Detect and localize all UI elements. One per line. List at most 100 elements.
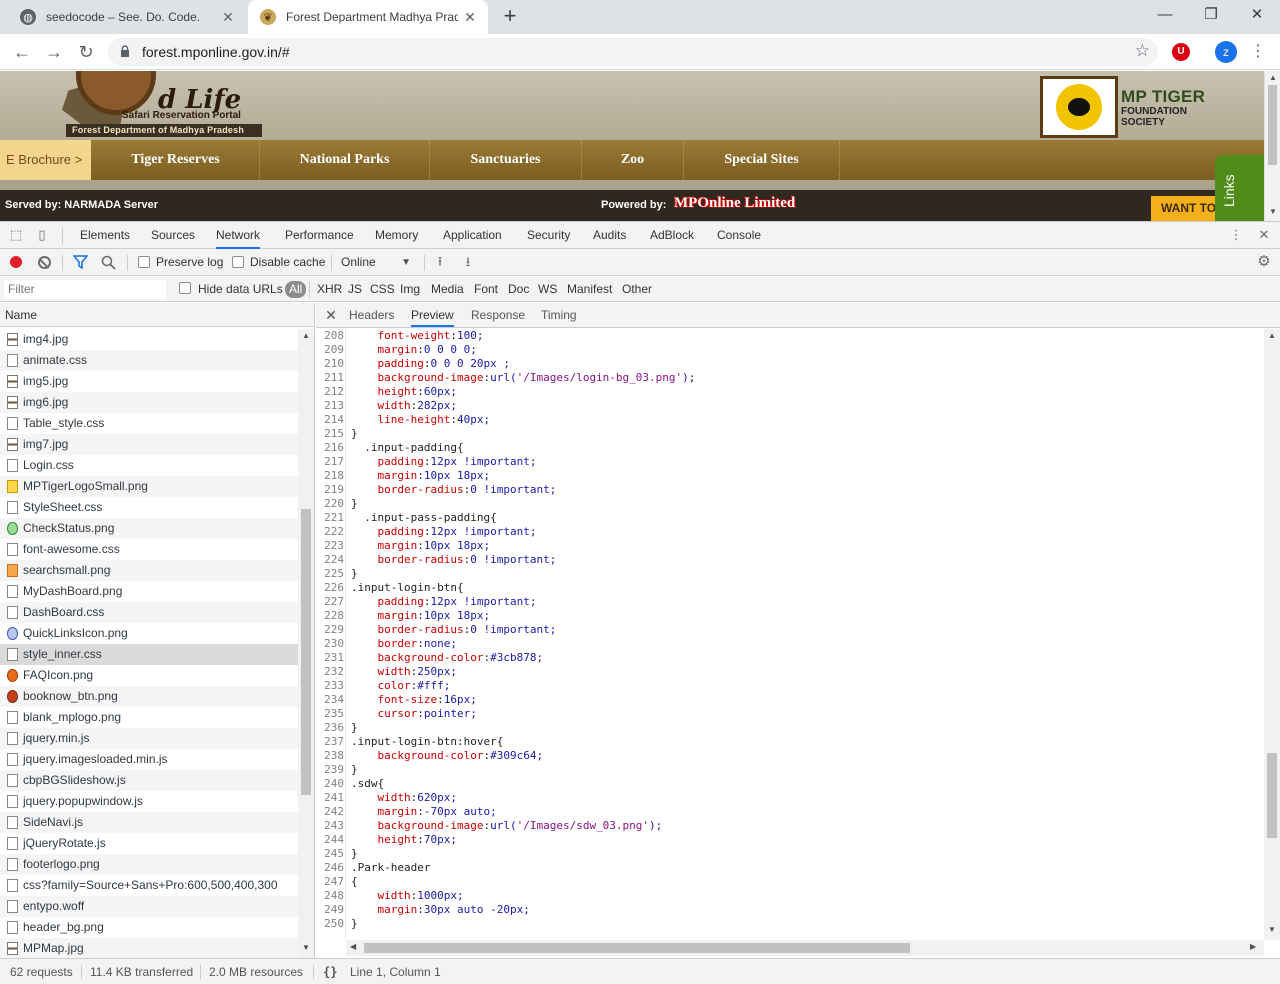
preview-hscrollbar-thumb[interactable] bbox=[364, 943, 910, 953]
type-filter-css[interactable]: CSS bbox=[368, 281, 397, 298]
clear-icon[interactable] bbox=[38, 256, 51, 269]
request-row[interactable]: img7.jpg bbox=[0, 434, 298, 455]
request-row[interactable]: blank_mplogo.png bbox=[0, 707, 298, 728]
record-icon[interactable] bbox=[10, 256, 22, 268]
restore-button[interactable]: ❐ bbox=[1188, 0, 1234, 30]
request-row[interactable]: animate.css bbox=[0, 350, 298, 371]
ublock-extension-icon[interactable]: U bbox=[1172, 43, 1190, 61]
type-filter-js[interactable]: JS bbox=[346, 281, 364, 298]
request-row[interactable]: header_bg.png bbox=[0, 917, 298, 938]
nav-special-sites[interactable]: Special Sites bbox=[684, 140, 840, 180]
tab-elements[interactable]: Elements bbox=[80, 222, 130, 249]
request-list-scrollbar[interactable]: ▲ ▼ bbox=[298, 329, 314, 959]
reload-icon[interactable]: ↻ bbox=[74, 40, 98, 64]
devtools-menu-icon[interactable]: ⋮ bbox=[1228, 227, 1244, 243]
throttling-select[interactable]: Online ▼ bbox=[337, 253, 415, 272]
forward-icon[interactable]: → bbox=[42, 40, 66, 64]
tab-preview[interactable]: Preview bbox=[411, 303, 454, 327]
tab-sources[interactable]: Sources bbox=[151, 222, 195, 249]
e-brochure-link[interactable]: E Brochure > bbox=[0, 140, 91, 180]
request-row[interactable]: jquery.min.js bbox=[0, 728, 298, 749]
network-settings-gear-icon[interactable]: ⚙ bbox=[1256, 254, 1272, 270]
request-row[interactable]: entypo.woff bbox=[0, 896, 298, 917]
request-row[interactable]: FAQIcon.png bbox=[0, 665, 298, 686]
tab-performance[interactable]: Performance bbox=[285, 222, 354, 249]
type-filter-ws[interactable]: WS bbox=[536, 281, 559, 298]
back-icon[interactable]: ← bbox=[10, 40, 34, 64]
scroll-up-icon[interactable]: ▲ bbox=[300, 331, 312, 340]
request-row[interactable]: booknow_btn.png bbox=[0, 686, 298, 707]
request-row[interactable]: img4.jpg bbox=[0, 329, 298, 350]
disable-cache-checkbox[interactable] bbox=[232, 256, 244, 268]
request-row[interactable]: jQueryRotate.js bbox=[0, 833, 298, 854]
import-har-icon[interactable]: ⭱ bbox=[432, 254, 448, 270]
preview-horizontal-scrollbar[interactable]: ◀ ▶ bbox=[346, 940, 1264, 956]
bookmark-star-icon[interactable]: ☆ bbox=[1135, 41, 1150, 61]
request-row[interactable]: Login.css bbox=[0, 455, 298, 476]
request-row[interactable]: style_inner.css bbox=[0, 644, 298, 665]
preserve-log-checkbox[interactable] bbox=[138, 256, 150, 268]
want-to-button[interactable]: WANT TO bbox=[1151, 196, 1221, 221]
request-row[interactable]: jquery.imagesloaded.min.js bbox=[0, 749, 298, 770]
source-preview[interactable]: 208 font-weight:100; 209 margin:0 0 0 0; 2… bbox=[316, 329, 1264, 940]
tab-security[interactable]: Security bbox=[527, 222, 570, 249]
tab-adblock[interactable]: AdBlock bbox=[650, 222, 694, 249]
new-tab-button[interactable]: + bbox=[498, 5, 522, 29]
tab-console[interactable]: Console bbox=[717, 222, 761, 249]
close-tab-icon[interactable]: ✕ bbox=[462, 9, 478, 25]
pretty-print-icon[interactable]: {} bbox=[323, 965, 337, 979]
profile-avatar[interactable]: z bbox=[1215, 41, 1237, 63]
request-row[interactable]: StyleSheet.css bbox=[0, 497, 298, 518]
type-filter-doc[interactable]: Doc bbox=[506, 281, 531, 298]
request-row[interactable]: CheckStatus.png bbox=[0, 518, 298, 539]
tab-application[interactable]: Application bbox=[443, 222, 502, 249]
scroll-right-icon[interactable]: ▶ bbox=[1250, 942, 1256, 951]
type-filter-media[interactable]: Media bbox=[429, 281, 466, 298]
search-icon[interactable] bbox=[101, 255, 116, 270]
inspect-element-icon[interactable]: ⬚ bbox=[8, 227, 24, 243]
mp-tiger-logo[interactable] bbox=[1040, 76, 1118, 138]
name-column-header[interactable]: Name bbox=[0, 303, 314, 327]
tab-response[interactable]: Response bbox=[471, 303, 525, 327]
links-side-tab[interactable]: Links bbox=[1215, 155, 1264, 221]
request-row[interactable]: MPTigerLogoSmall.png bbox=[0, 476, 298, 497]
address-bar[interactable]: forest.mponline.gov.in/# ☆ bbox=[108, 38, 1158, 66]
nav-zoo[interactable]: Zoo bbox=[582, 140, 684, 180]
request-row[interactable]: font-awesome.css bbox=[0, 539, 298, 560]
mponline-logo[interactable]: MPOnline Limited bbox=[674, 195, 795, 212]
request-row[interactable]: SideNavi.js bbox=[0, 812, 298, 833]
minimize-button[interactable]: — bbox=[1142, 0, 1188, 30]
scroll-left-icon[interactable]: ◀ bbox=[350, 942, 356, 951]
request-scrollbar-thumb[interactable] bbox=[301, 509, 311, 795]
page-scrollbar[interactable]: ▲ ▼ bbox=[1264, 71, 1280, 221]
type-filter-all[interactable]: All bbox=[285, 281, 307, 298]
tab-headers[interactable]: Headers bbox=[349, 303, 394, 327]
tab-network[interactable]: Network bbox=[216, 222, 261, 249]
close-tab-icon[interactable]: ✕ bbox=[220, 9, 236, 25]
type-filter-xhr[interactable]: XHR bbox=[315, 281, 344, 298]
request-row[interactable]: DashBoard.css bbox=[0, 602, 298, 623]
export-har-icon[interactable]: ⭳ bbox=[460, 254, 476, 270]
filter-icon[interactable] bbox=[73, 255, 88, 269]
request-row[interactable]: css?family=Source+Sans+Pro:600,500,400,3… bbox=[0, 875, 298, 896]
scroll-up-icon[interactable]: ▲ bbox=[1266, 331, 1278, 340]
browser-tab-forest[interactable]: ❦ Forest Department Madhya Prad ✕ bbox=[248, 0, 488, 34]
nav-sanctuaries[interactable]: Sanctuaries bbox=[430, 140, 582, 180]
request-row[interactable]: Table_style.css bbox=[0, 413, 298, 434]
scroll-down-icon[interactable]: ▼ bbox=[1266, 925, 1278, 934]
filter-input[interactable] bbox=[4, 280, 166, 299]
nav-national-parks[interactable]: National Parks bbox=[260, 140, 430, 180]
preview-vertical-scrollbar[interactable]: ▲ ▼ bbox=[1264, 329, 1280, 940]
type-filter-other[interactable]: Other bbox=[620, 281, 654, 298]
request-row[interactable]: img6.jpg bbox=[0, 392, 298, 413]
page-scrollbar-thumb[interactable] bbox=[1268, 85, 1277, 165]
request-row[interactable]: QuickLinksIcon.png bbox=[0, 623, 298, 644]
browser-tab-seedocode[interactable]: ◍ seedocode – See. Do. Code. ✕ bbox=[8, 0, 246, 34]
scroll-up-icon[interactable]: ▲ bbox=[1268, 73, 1278, 82]
hide-data-urls-checkbox[interactable] bbox=[179, 282, 191, 294]
request-row[interactable]: img5.jpg bbox=[0, 371, 298, 392]
request-row[interactable]: MPMap.jpg bbox=[0, 938, 298, 959]
tab-memory[interactable]: Memory bbox=[375, 222, 418, 249]
browser-menu-icon[interactable]: ⋮ bbox=[1250, 42, 1266, 62]
request-row[interactable]: footerlogo.png bbox=[0, 854, 298, 875]
